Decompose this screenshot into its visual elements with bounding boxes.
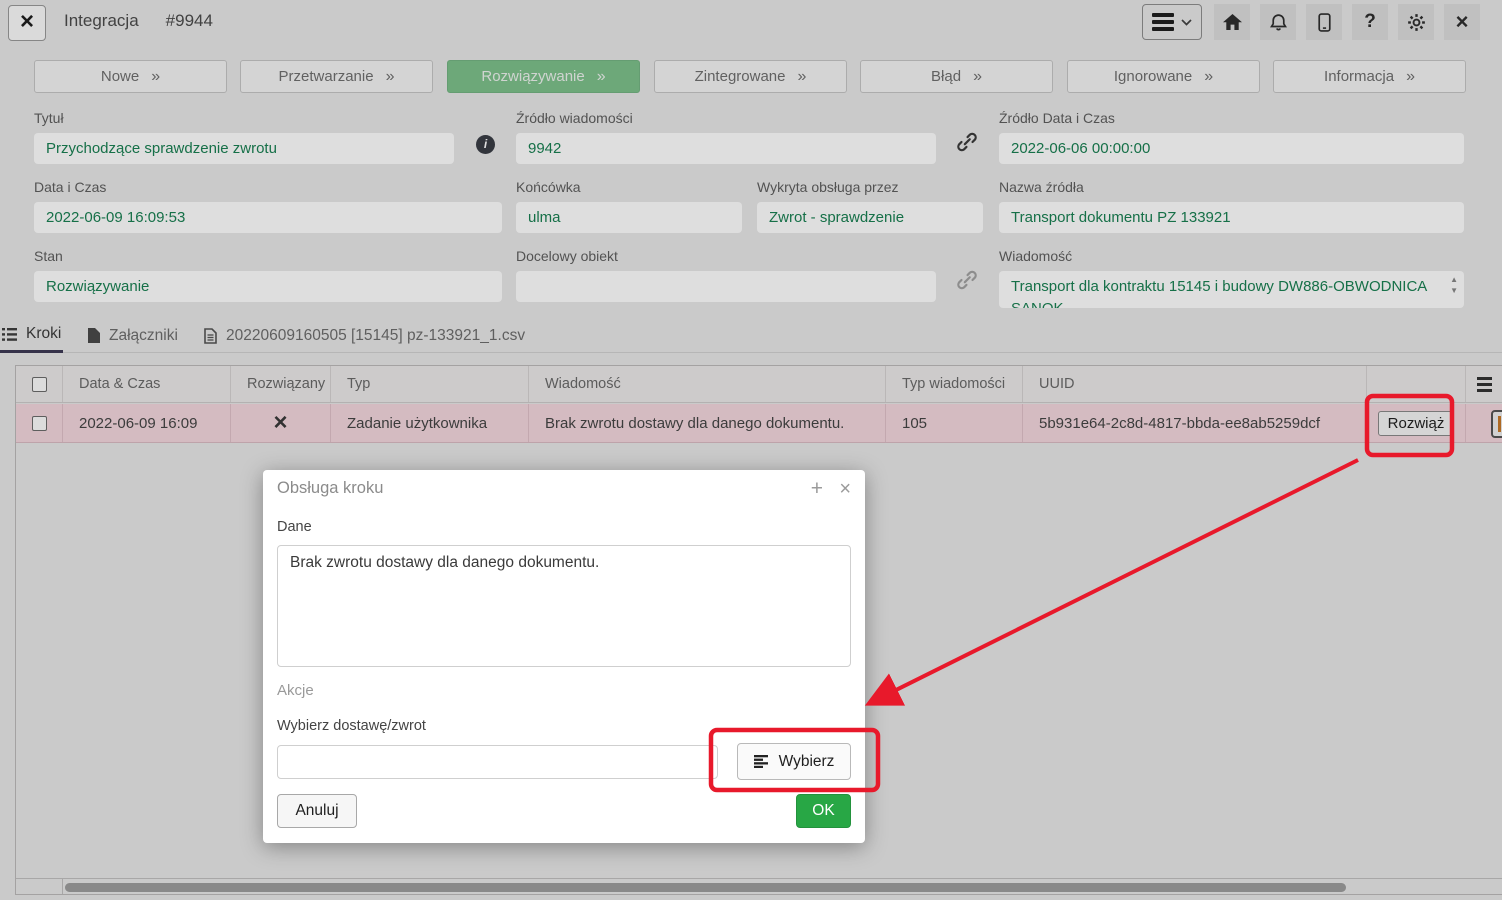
- step-handling-dialog: Obsługa kroku + × Dane Brak zwrotu dosta…: [263, 470, 865, 843]
- delivery-return-input[interactable]: [277, 745, 718, 779]
- integration-detail-window: × Integracja#9944 ? × Nowe» Przetwarzani…: [0, 0, 1502, 900]
- dane-textarea[interactable]: Brak zwrotu dostawy dla danego dokumentu…: [277, 545, 851, 667]
- dialog-title: Obsługa kroku: [277, 479, 383, 498]
- dane-label: Dane: [277, 519, 312, 535]
- anuluj-button[interactable]: Anuluj: [277, 794, 357, 828]
- wybierz-button-label: Wybierz: [779, 753, 835, 771]
- wybierz-button[interactable]: Wybierz: [737, 743, 851, 780]
- akcje-label: Akcje: [277, 682, 314, 699]
- dialog-close-icon[interactable]: ×: [839, 478, 851, 501]
- expand-plus-icon[interactable]: +: [811, 477, 823, 501]
- align-left-list-icon: [754, 755, 770, 768]
- ok-button[interactable]: OK: [796, 794, 851, 828]
- action-field-label: Wybierz dostawę/zwrot: [277, 718, 426, 734]
